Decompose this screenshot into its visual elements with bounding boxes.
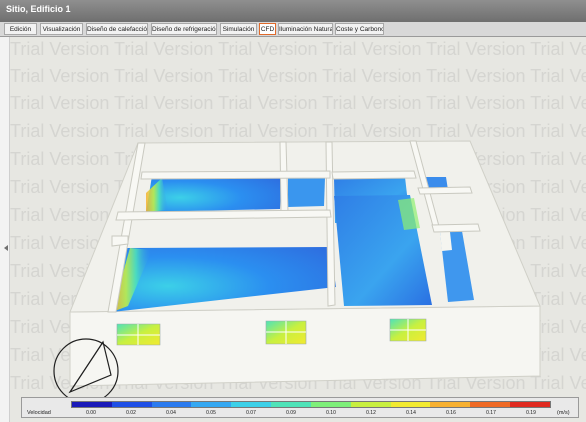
legend-color-swatch: [470, 402, 511, 407]
legend-tick-label: 0.07: [246, 410, 256, 416]
legend-color-swatch: [231, 402, 272, 407]
legend-tick-label: 0.17: [486, 410, 496, 416]
legend-color-swatch: [72, 402, 112, 407]
legend-tick-label: 0.14: [406, 410, 416, 416]
legend-color-swatch: [271, 402, 311, 407]
legend-color-swatch: [430, 402, 471, 407]
legend-tick-label: 0.16: [446, 410, 456, 416]
legend-color-swatch: [510, 402, 550, 407]
legend-unit: (m/s): [557, 410, 570, 416]
legend-tick-label: 0.05: [206, 410, 216, 416]
legend-color-swatch: [151, 402, 192, 407]
legend-color-swatch: [390, 402, 431, 407]
building-model[interactable]: [0, 0, 586, 422]
legend-tick-label: 0.10: [326, 410, 336, 416]
color-scale-bar: [71, 401, 551, 408]
legend-tick-label: 0.09: [286, 410, 296, 416]
legend-tick-label: 0.12: [366, 410, 376, 416]
legend-tick-label: 0.00: [86, 410, 96, 416]
legend-tick-label: 0.02: [126, 410, 136, 416]
legend-color-swatch: [350, 402, 391, 407]
velocity-legend: Velocidad 0.00 0.02 0.04 0.05 0.07 0.09 0.10 0.…: [21, 397, 579, 418]
legend-label: Velocidad: [27, 410, 51, 416]
legend-tick-label: 0.19: [526, 410, 536, 416]
legend-tick-label: 0.04: [166, 410, 176, 416]
legend-color-swatch: [111, 402, 152, 407]
legend-color-swatch: [310, 402, 351, 407]
legend-color-swatch: [191, 402, 232, 407]
